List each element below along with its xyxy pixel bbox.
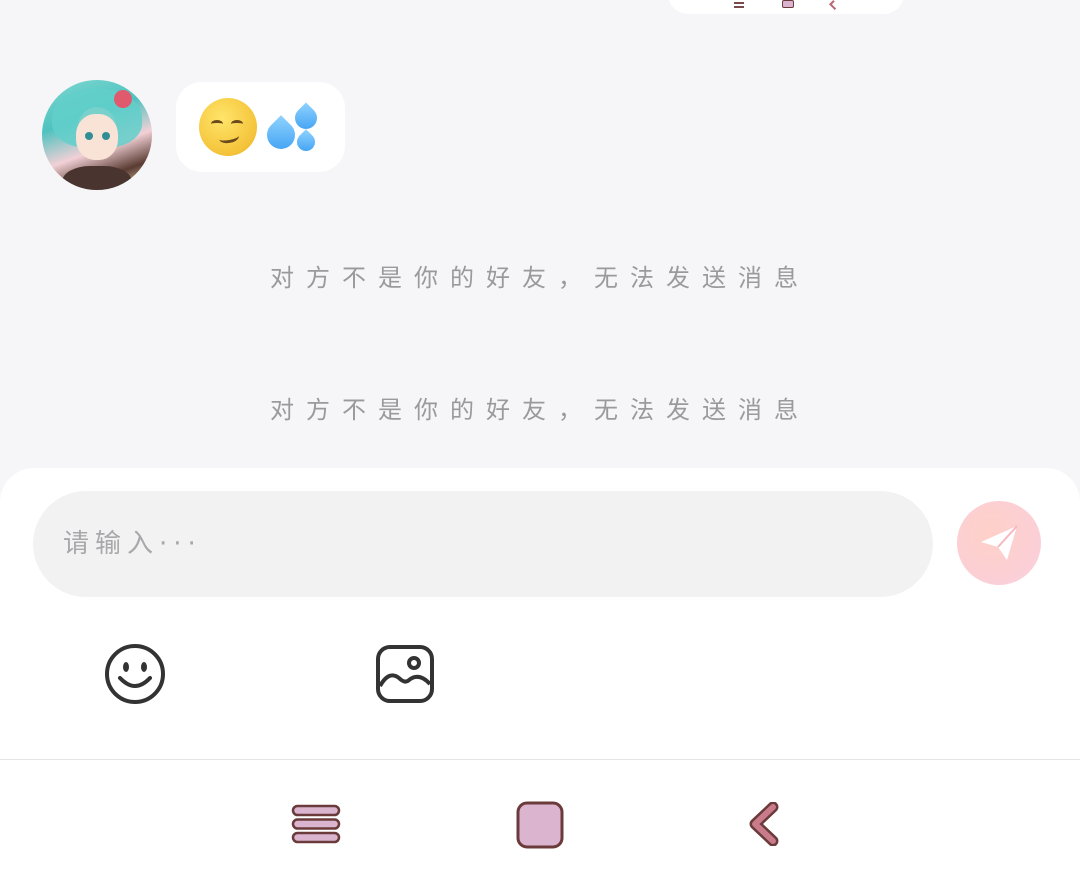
mini-home-icon <box>782 0 794 8</box>
emoji-button[interactable] <box>103 642 167 706</box>
avatar-eye <box>102 132 110 140</box>
smirk-face-emoji-icon <box>198 98 257 156</box>
navigation-bar <box>0 760 1080 889</box>
previous-message-bubble <box>668 0 904 14</box>
avatar-eye <box>85 132 93 140</box>
image-icon <box>376 645 434 703</box>
system-message: 对方不是你的好友，无法发送消息 <box>270 264 810 292</box>
paper-plane-icon <box>981 525 1018 560</box>
message-input[interactable] <box>33 491 933 597</box>
avatar-face <box>76 114 118 160</box>
incoming-message-bubble[interactable] <box>176 82 345 172</box>
back-icon[interactable] <box>745 802 785 846</box>
mini-menu-icon <box>734 2 744 8</box>
system-message: 对方不是你的好友，无法发送消息 <box>270 396 810 424</box>
sweat-droplets-emoji-icon <box>260 97 323 157</box>
emoji-icon <box>105 644 165 704</box>
avatar-coat <box>62 166 132 190</box>
home-icon[interactable] <box>515 800 565 850</box>
avatar-headphone <box>114 90 132 108</box>
image-button[interactable] <box>375 644 435 704</box>
mini-back-icon <box>829 0 839 10</box>
avatar[interactable] <box>42 80 152 190</box>
menu-icon[interactable] <box>290 802 342 846</box>
send-button[interactable] <box>957 501 1041 585</box>
composer-panel <box>0 468 1080 760</box>
